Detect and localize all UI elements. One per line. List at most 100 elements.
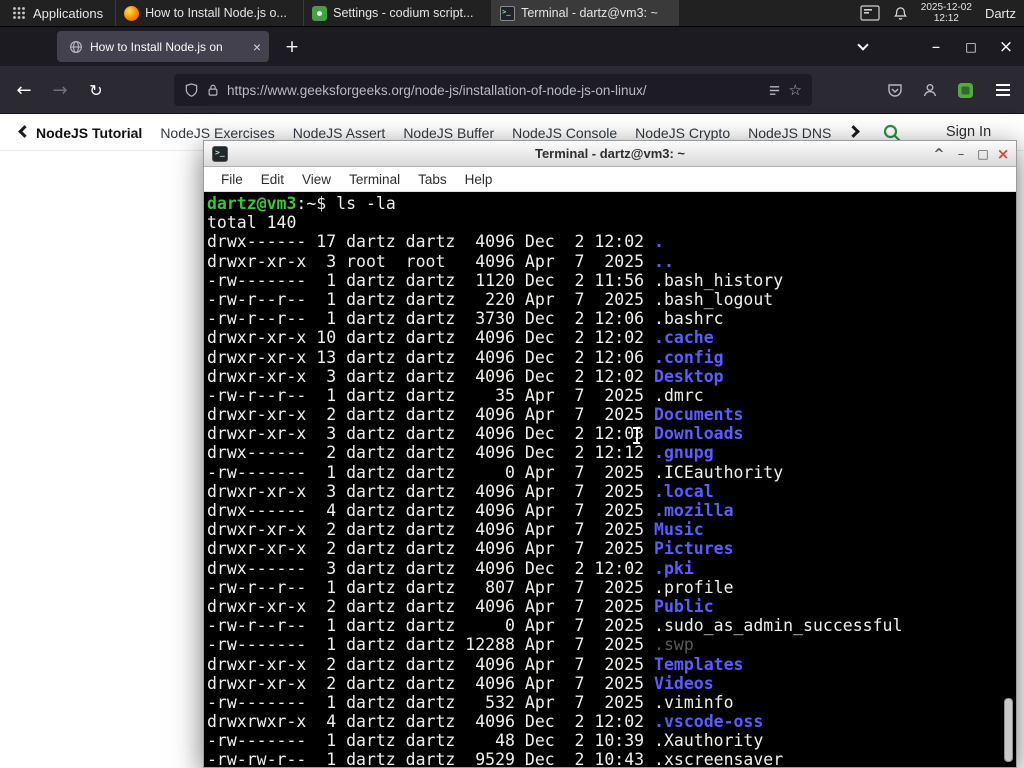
text-cursor-icon (632, 427, 641, 444)
terminal-scrollbar-thumb[interactable] (1004, 698, 1013, 762)
taskbar-window-button[interactable]: Terminal - dartz@vm3: ~ (491, 0, 680, 26)
terminal-content[interactable]: dartz@vm3:~$ ls -la total 140 drwx------… (204, 192, 1016, 767)
applications-label: Applications (33, 5, 104, 21)
url-bar[interactable]: https://www.geeksforgeeks.org/node-js/in… (174, 74, 812, 106)
listing-name: .viminfo (654, 692, 734, 712)
tab-close-icon[interactable]: × (247, 39, 261, 55)
listing-fields: drwxr-xr-x 2 dartz dartz 4096 Apr 7 2025 (207, 673, 655, 693)
taskbar-window-title: Terminal - dartz@vm3: ~ (521, 6, 658, 20)
account-icon[interactable] (916, 76, 944, 104)
applications-menu[interactable]: Applications (0, 0, 115, 26)
listing-fields: drwxr-xr-x 13 dartz dartz 4096 Dec 2 12:… (207, 347, 655, 367)
site-nav-item[interactable]: NodeJS DNS (748, 125, 831, 141)
back-button[interactable]: ← (7, 73, 41, 107)
listing-fields: -rw------- 1 dartz dartz 1120 Dec 2 11:5… (207, 270, 655, 290)
terminal-menu-item[interactable]: Tabs (409, 172, 456, 187)
taskbar-window-button[interactable]: Settings - codium script... (303, 0, 491, 26)
shield-icon[interactable] (184, 82, 199, 98)
terminal-prompt-line: dartz@vm3:~$ ls -la (207, 194, 1016, 213)
window-maximize-button[interactable]: □ (957, 34, 985, 60)
terminal-menu-item[interactable]: Edit (252, 172, 293, 187)
notifications-bell-icon[interactable] (893, 6, 908, 21)
terminal-output-line: -rw-r--r-- 1 dartz dartz 220 Apr 7 2025 … (207, 290, 1016, 309)
listing-fields: drwxr-xr-x 10 dartz dartz 4096 Dec 2 12:… (207, 328, 655, 348)
site-nav-item[interactable]: NodeJS Buffer (403, 125, 494, 141)
chevron-down-icon[interactable] (849, 34, 877, 60)
reader-mode-icon[interactable] (768, 84, 781, 97)
terminal-menu-item[interactable]: Terminal (340, 172, 409, 187)
terminal-menu-item[interactable]: File (212, 172, 252, 187)
site-nav-item[interactable]: NodeJS Assert (293, 125, 386, 141)
listing-name: .dmrc (654, 385, 704, 405)
terminal-total-line: total 140 (207, 213, 297, 233)
taskbar-window-button[interactable]: How to Install Node.js o... (115, 0, 303, 26)
listing-fields: -rw-r--r-- 1 dartz dartz 35 Apr 7 2025 (207, 385, 655, 405)
browser-tab[interactable]: How to Install Node.js on × (57, 31, 269, 62)
terminal-minimize-button[interactable]: – (950, 141, 972, 167)
terminal-output-line: -rw------- 1 dartz dartz 1120 Dec 2 11:5… (207, 271, 1016, 290)
taskbar-tray: 2025-12-02 12:12 Dartz (860, 0, 1024, 26)
terminal-output-line: drwxr-xr-x 2 dartz dartz 4096 Apr 7 2025… (207, 405, 1016, 424)
listing-fields: -rw-r--r-- 1 dartz dartz 0 Apr 7 2025 (207, 616, 655, 636)
terminal-output-line: drwx------ 4 dartz dartz 4096 Apr 7 2025… (207, 501, 1016, 520)
listing-name: .cache (654, 328, 714, 348)
terminal-output-line: drwxr-xr-x 2 dartz dartz 4096 Apr 7 2025… (207, 655, 1016, 674)
terminal-output-line: -rw-r--r-- 1 dartz dartz 35 Apr 7 2025 .… (207, 386, 1016, 405)
browser-tab-bar: How to Install Node.js on × + – □ × (0, 27, 1024, 66)
listing-name: .mozilla (654, 501, 734, 520)
clock[interactable]: 2025-12-02 12:12 (921, 2, 972, 24)
new-tab-button[interactable]: + (278, 34, 306, 60)
window-close-button[interactable]: × (992, 34, 1020, 60)
listing-fields: drwxr-xr-x 3 dartz dartz 4096 Apr 7 2025 (207, 481, 655, 501)
terminal-output-line: -rw-rw-r-- 1 dartz dartz 9529 Dec 2 10:4… (207, 750, 1016, 767)
listing-fields: drwx------ 2 dartz dartz 4096 Dec 2 12:1… (207, 443, 655, 463)
extension-icon[interactable] (951, 76, 979, 104)
terminal-close-button[interactable]: × (992, 141, 1014, 167)
site-nav-item[interactable]: NodeJS Console (512, 125, 617, 141)
tray-window-icon[interactable] (860, 5, 880, 21)
bookmark-star-icon[interactable]: ☆ (789, 81, 802, 99)
reload-button[interactable]: ↻ (79, 73, 113, 107)
terminal-menu-item[interactable]: Help (456, 172, 502, 187)
listing-fields: drwxrwxr-x 4 dartz dartz 4096 Dec 2 12:0… (207, 712, 655, 732)
terminal-maximize-button[interactable]: □ (972, 141, 994, 167)
site-nav-item[interactable]: NodeJS Tutorial (36, 125, 142, 141)
listing-name: .profile (654, 577, 734, 597)
nav-forward-chevron-icon[interactable] (847, 125, 860, 138)
listing-name: .bash_history (654, 270, 784, 290)
globe-icon (69, 40, 83, 54)
window-minimize-button[interactable]: – (922, 34, 950, 60)
listing-name: .xscreensaver (654, 750, 784, 767)
firefox-icon (124, 5, 140, 21)
terminal-output-line: -rw------- 1 dartz dartz 532 Apr 7 2025 … (207, 693, 1016, 712)
settings-icon (312, 5, 328, 21)
terminal-titlebar[interactable]: Terminal - dartz@vm3: ~ ^ – □ × (204, 141, 1016, 167)
terminal-output-line: drwxr-xr-x 2 dartz dartz 4096 Apr 7 2025… (207, 597, 1016, 616)
nav-back-chevron-icon[interactable] (18, 125, 31, 138)
terminal-output-line: drwxr-xr-x 13 dartz dartz 4096 Dec 2 12:… (207, 348, 1016, 367)
shade-button[interactable]: ^ (928, 141, 950, 167)
pocket-icon[interactable] (881, 76, 909, 104)
terminal-icon (212, 146, 228, 162)
site-nav-item[interactable]: NodeJS Exercises (160, 125, 274, 141)
applications-icon (12, 6, 26, 20)
listing-fields: -rw------- 1 dartz dartz 0 Apr 7 2025 (207, 462, 655, 482)
terminal-menubar: File Edit View Terminal Tabs Help (204, 167, 1016, 192)
clock-time: 12:12 (933, 13, 959, 24)
site-nav-item[interactable]: NodeJS Crypto (635, 125, 730, 141)
terminal-output-line: drwx------ 17 dartz dartz 4096 Dec 2 12:… (207, 232, 1016, 251)
terminal-output-line: drwxrwxr-x 4 dartz dartz 4096 Dec 2 12:0… (207, 712, 1016, 731)
sign-in-link[interactable]: Sign In (946, 124, 991, 140)
listing-name: .pki (654, 558, 694, 578)
terminal-output-line: -rw-r--r-- 1 dartz dartz 0 Apr 7 2025 .s… (207, 616, 1016, 635)
menu-icon[interactable] (986, 73, 1020, 107)
prompt-user-host: dartz@vm3 (207, 194, 297, 213)
listing-fields: -rw-rw-r-- 1 dartz dartz 9529 Dec 2 10:4… (207, 750, 655, 767)
terminal-output-line: drwxr-xr-x 2 dartz dartz 4096 Apr 7 2025… (207, 674, 1016, 693)
terminal-menu-item[interactable]: View (293, 172, 340, 187)
listing-name: .. (654, 251, 674, 271)
forward-button[interactable]: → (43, 73, 77, 107)
listing-fields: -rw-r--r-- 1 dartz dartz 807 Apr 7 2025 (207, 577, 655, 597)
taskbar: Applications How to Install Node.js o...… (0, 0, 1024, 27)
listing-fields: -rw------- 1 dartz dartz 12288 Apr 7 202… (207, 635, 655, 655)
